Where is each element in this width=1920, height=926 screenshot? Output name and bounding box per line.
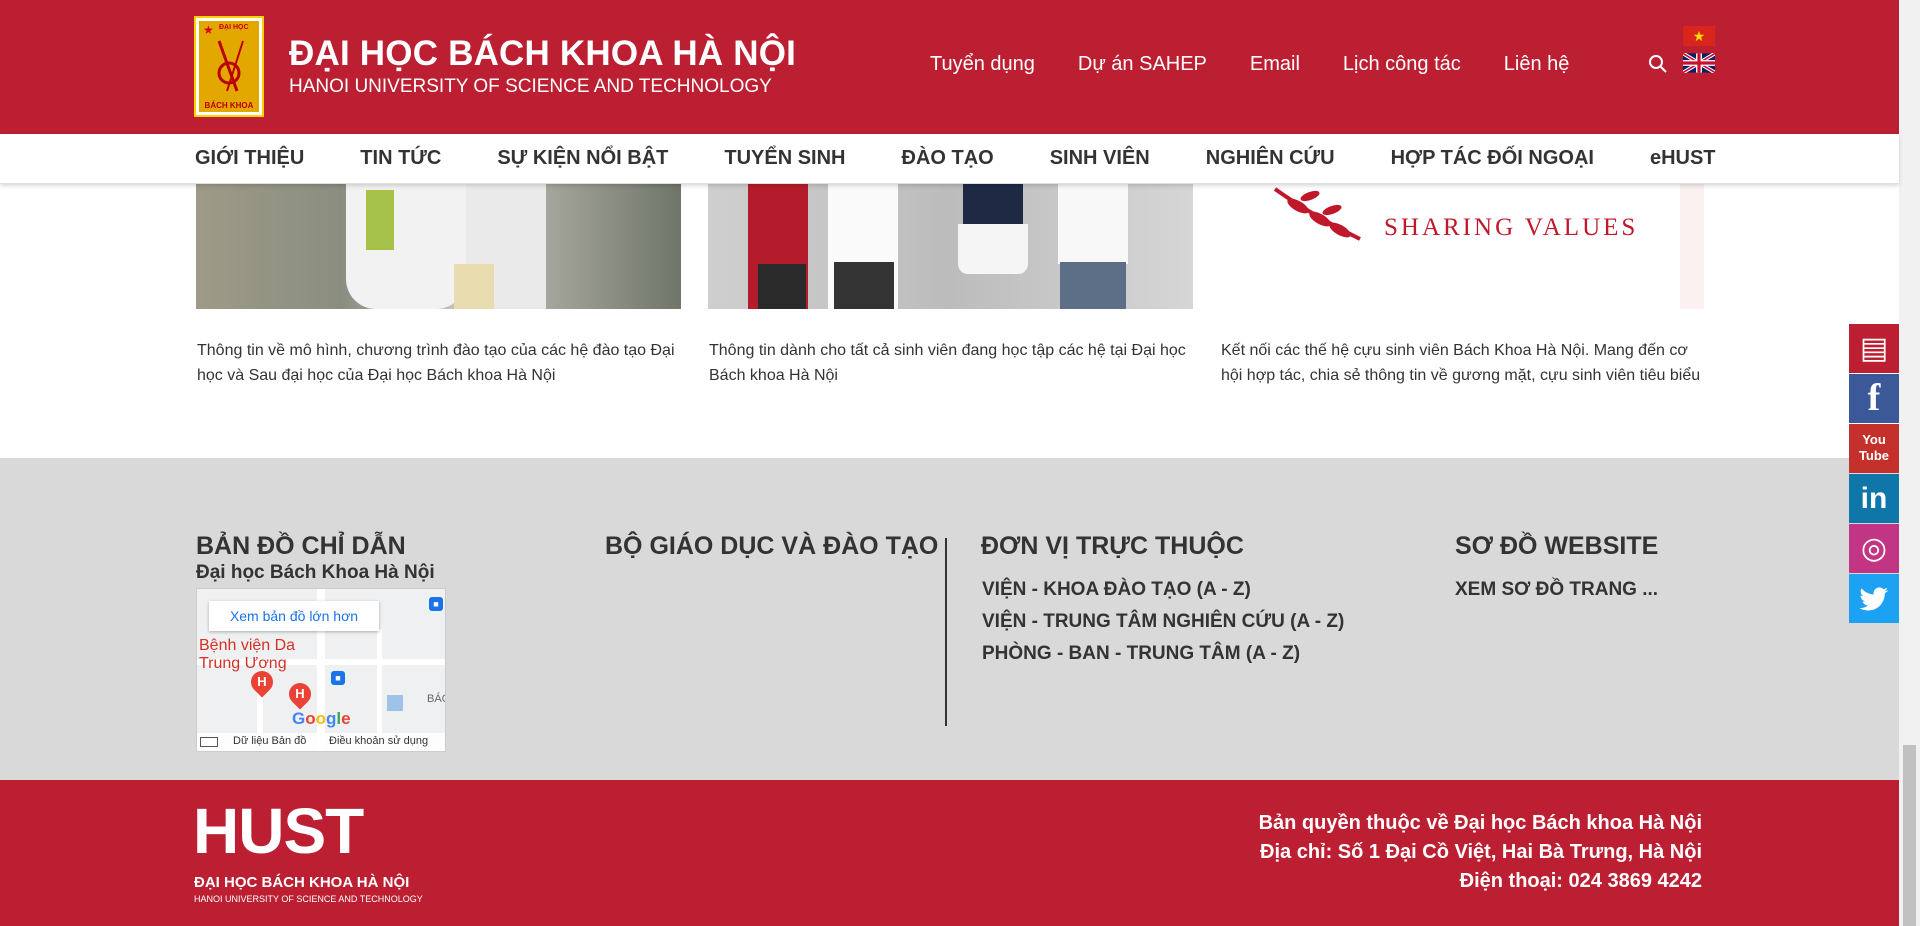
card-description-students: Thông tin dành cho tất cả sinh viên đang… bbox=[709, 342, 1186, 384]
image-edge bbox=[1680, 184, 1704, 309]
top-links: Tuyển dụng Dự án SAHEP Email Lịch công t… bbox=[930, 53, 1569, 76]
card-description-training: Thông tin về mô hình, chương trình đào t… bbox=[197, 342, 675, 384]
footer-links-section: BẢN ĐỒ CHỈ DẪN Đại học Bách Khoa Hà Nội … bbox=[0, 458, 1899, 780]
compass-icon bbox=[217, 40, 244, 92]
nav-hop-tac[interactable]: HỢP TÁC ĐỐI NGOẠI bbox=[1391, 147, 1594, 170]
book-graphic bbox=[366, 190, 394, 250]
ministry-heading[interactable]: BỘ GIÁO DỤC VÀ ĐÀO TẠO bbox=[605, 532, 938, 561]
student-figure bbox=[758, 264, 806, 309]
top-link-sahep[interactable]: Dự án SAHEP bbox=[1078, 53, 1207, 76]
address-text: Địa chỉ: Số 1 Đại Cồ Việt, Hai Bà Trưng,… bbox=[1260, 841, 1702, 863]
logo-top-text: ĐẠI HỌC bbox=[219, 24, 249, 31]
student-figure bbox=[346, 184, 466, 309]
nav-tin-tuc[interactable]: TIN TỨC bbox=[360, 147, 441, 170]
units-link-faculties[interactable]: VIỆN - KHOA ĐÀO TẠO (A - Z) bbox=[982, 579, 1251, 601]
site-subtitle: HANOI UNIVERSITY OF SCIENCE AND TECHNOLO… bbox=[289, 76, 772, 97]
column-divider bbox=[945, 538, 947, 726]
nav-tuyen-sinh[interactable]: TUYỂN SINH bbox=[724, 147, 845, 170]
youtube-icon[interactable]: You Tube bbox=[1849, 424, 1899, 473]
nav-nghien-cuu[interactable]: NGHIÊN CỨU bbox=[1206, 147, 1335, 170]
units-link-research[interactable]: VIỆN - TRUNG TÂM NGHIÊN CỨU (A - Z) bbox=[982, 611, 1344, 633]
sitemap-heading: SƠ ĐỒ WEBSITE bbox=[1455, 532, 1659, 560]
hust-logo-en: HANOI UNIVERSITY OF SCIENCE AND TECHNOLO… bbox=[194, 894, 423, 904]
twitter-bird-shape bbox=[1859, 587, 1889, 611]
student-figure bbox=[1058, 184, 1128, 264]
card-image-alumni[interactable]: SHARING VALUES bbox=[1220, 184, 1704, 309]
units-heading: ĐƠN VỊ TRỰC THUỘC bbox=[981, 532, 1244, 560]
hospital-pin-icon[interactable]: H bbox=[246, 666, 278, 698]
laurel-icon bbox=[1273, 187, 1361, 241]
map-water bbox=[387, 695, 403, 711]
map-area-label: BÁC bbox=[427, 693, 445, 705]
page-scrollbar[interactable] bbox=[1899, 0, 1920, 926]
scrollbar-thumb[interactable] bbox=[1903, 745, 1916, 926]
hust-logo[interactable]: HUST bbox=[193, 799, 364, 863]
student-figure bbox=[1060, 262, 1126, 309]
sharing-values-text: SHARING VALUES bbox=[1384, 214, 1639, 241]
student-figure bbox=[834, 262, 894, 309]
nav-ehust[interactable]: eHUST bbox=[1650, 147, 1716, 170]
nav-gioi-thieu[interactable]: GIỚI THIỆU bbox=[195, 147, 304, 170]
map-terms-link[interactable]: Điều khoản sử dụng bbox=[329, 735, 428, 747]
google-logo: Google bbox=[292, 709, 351, 728]
main-navigation: GIỚI THIỆU TIN TỨC SỰ KIỆN NỔI BẬT TUYỂN… bbox=[0, 134, 1899, 184]
map-hospital-label-text: Bệnh viện Da Trung Ương bbox=[199, 637, 296, 672]
contact-info: Bản quyền thuộc về Đại học Bách khoa Hà … bbox=[1259, 809, 1702, 896]
map-subheading: Đại học Bách Khoa Hà Nội bbox=[196, 562, 435, 583]
sitemap-link[interactable]: XEM SƠ ĐỒ TRANG ... bbox=[1455, 579, 1658, 601]
map-hospital-label: Bệnh viện Da Trung Ương bbox=[199, 637, 295, 673]
nav-su-kien[interactable]: SỰ KIỆN NỔI BẬT bbox=[497, 147, 668, 170]
map-data-link[interactable]: Dữ liệu Bản đồ bbox=[233, 735, 306, 747]
top-link-tuyen-dung[interactable]: Tuyển dụng bbox=[930, 53, 1035, 76]
logo-bottom-text: BÁCH KHOA bbox=[204, 101, 254, 110]
site-header: ★ ĐẠI HỌC BÁCH KHOA ĐẠI HỌC BÁCH KHOA HÀ… bbox=[0, 0, 1899, 134]
hust-logo-vn: ĐẠI HỌC BÁCH KHOA HÀ NỘI bbox=[194, 874, 410, 891]
search-icon[interactable] bbox=[1648, 54, 1668, 74]
nav-sinh-vien[interactable]: SINH VIÊN bbox=[1050, 147, 1150, 170]
top-link-lien-he[interactable]: Liên hệ bbox=[1504, 53, 1570, 76]
university-logo[interactable]: ★ ĐẠI HỌC BÁCH KHOA bbox=[194, 16, 264, 117]
keyboard-icon[interactable] bbox=[200, 737, 218, 747]
hospital-pin-icon[interactable]: H bbox=[284, 678, 316, 710]
footer-bottom: HUST ĐẠI HỌC BÁCH KHOA HÀ NỘI HANOI UNIV… bbox=[0, 780, 1899, 926]
card-image-training[interactable] bbox=[196, 184, 681, 309]
logo-emblem: ★ ĐẠI HỌC BÁCH KHOA bbox=[199, 21, 259, 112]
card-image-students[interactable] bbox=[708, 184, 1193, 309]
map-heading: BẢN ĐỒ CHỈ DẪN bbox=[196, 532, 406, 560]
instagram-icon[interactable]: ◎ bbox=[1849, 524, 1899, 573]
units-link-departments[interactable]: PHÒNG - BAN - TRUNG TÂM (A - Z) bbox=[982, 643, 1300, 665]
google-map[interactable]: Xem bản đồ lớn hơn Bệnh viện Da Trung Ươ… bbox=[196, 588, 446, 752]
linkedin-icon[interactable]: in bbox=[1849, 474, 1899, 523]
phone-text: Điện thoại: 024 3869 4242 bbox=[1459, 870, 1702, 892]
nav-dao-tao[interactable]: ĐÀO TẠO bbox=[902, 147, 994, 170]
top-link-lich-cong-tac[interactable]: Lịch công tác bbox=[1343, 53, 1461, 76]
bus-stop-icon[interactable]: ■ bbox=[331, 671, 345, 685]
uk-flag-icon[interactable] bbox=[1683, 53, 1715, 73]
star-icon: ★ bbox=[203, 23, 214, 37]
vietnam-flag-icon[interactable]: ★ bbox=[1683, 26, 1715, 46]
facebook-icon[interactable]: f bbox=[1849, 374, 1899, 423]
card-description-alumni: Kết nối các thế hệ cựu sinh viên Bách Kh… bbox=[1221, 342, 1701, 384]
twitter-icon[interactable] bbox=[1849, 574, 1899, 623]
bus-stop-icon[interactable]: ■ bbox=[429, 597, 443, 611]
student-figure bbox=[958, 224, 1028, 274]
view-larger-map-button[interactable]: Xem bản đồ lớn hơn bbox=[209, 601, 379, 631]
book-icon[interactable]: ▤ bbox=[1849, 324, 1899, 373]
map-footer: Dữ liệu Bản đồ Điều khoản sử dụng bbox=[197, 733, 445, 751]
book-graphic bbox=[454, 264, 494, 309]
site-title[interactable]: ĐẠI HỌC BÁCH KHOA HÀ NỘI bbox=[289, 34, 796, 74]
copyright-text: Bản quyền thuộc về Đại học Bách khoa Hà … bbox=[1258, 812, 1702, 834]
top-link-email[interactable]: Email bbox=[1250, 53, 1300, 76]
